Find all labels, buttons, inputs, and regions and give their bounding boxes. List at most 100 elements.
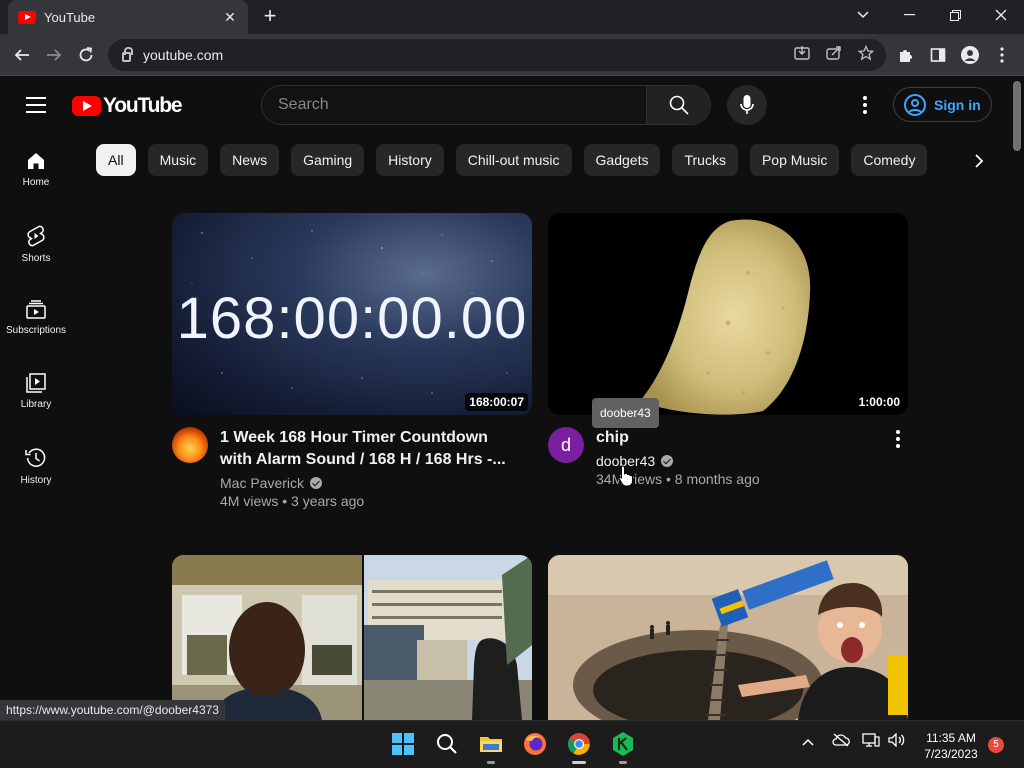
tab-close-icon[interactable]: ✕ — [222, 9, 238, 26]
windows-logo-icon — [392, 733, 414, 755]
address-bar[interactable]: youtube.com — [108, 39, 886, 71]
browser-toolbar: youtube.com — [0, 34, 1024, 76]
firefox-button[interactable] — [520, 729, 550, 759]
chip-news[interactable]: News — [220, 144, 280, 176]
file-explorer-button[interactable] — [476, 729, 506, 764]
channel-name[interactable]: Mac Paverick — [220, 475, 304, 491]
microphone-icon — [740, 95, 754, 114]
video-details: d chip doober43 34M views • 8 months ago — [548, 427, 908, 487]
youtube-logo[interactable]: YouTube — [72, 94, 183, 118]
shorts-icon — [27, 225, 45, 247]
chip-comedy[interactable]: Comedy — [851, 144, 928, 176]
profile-icon[interactable] — [956, 41, 984, 69]
sidebar-item-history[interactable]: History — [0, 429, 72, 503]
chip-pop-music[interactable]: Pop Music — [749, 144, 840, 176]
browser-tab[interactable]: YouTube ✕ — [8, 0, 248, 34]
new-tab-button[interactable]: + — [258, 4, 282, 28]
channel-avatar[interactable]: d — [548, 427, 584, 463]
video-duration: 1:00:00 — [854, 393, 904, 411]
account-circle-icon — [904, 93, 926, 116]
extensions-icon[interactable] — [892, 41, 920, 69]
show-hidden-icons-chevron-icon[interactable] — [802, 733, 814, 749]
volume-icon[interactable] — [888, 732, 906, 750]
search-icon — [437, 734, 457, 754]
search-box — [261, 85, 711, 125]
forward-icon[interactable] — [40, 41, 68, 69]
sidebar-item-library[interactable]: Library — [0, 355, 72, 429]
settings-menu-icon[interactable] — [855, 93, 875, 117]
taskbar-clock[interactable]: 11:35 AM 7/23/2023 — [918, 730, 984, 762]
share-icon[interactable] — [824, 45, 844, 65]
clock-date: 7/23/2023 — [924, 747, 978, 761]
youtube-masthead: YouTube Sign in — [0, 77, 1010, 133]
close-window-icon[interactable] — [978, 0, 1024, 30]
scrollbar-thumb[interactable] — [1013, 81, 1021, 151]
link-status-bar: https://www.youtube.com/@doober4373 — [0, 700, 225, 720]
youtube-favicon-icon — [18, 10, 36, 24]
search-button[interactable] — [646, 86, 710, 124]
active-indicator — [572, 761, 586, 764]
video-title[interactable]: 1 Week 168 Hour Timer Countdown with Ala… — [220, 427, 520, 471]
folder-icon — [480, 737, 502, 752]
install-app-icon[interactable] — [792, 45, 812, 65]
page-scrollbar[interactable] — [1010, 77, 1024, 720]
voice-search-button[interactable] — [727, 85, 767, 125]
search-input[interactable] — [262, 86, 646, 124]
minimize-icon[interactable] — [886, 0, 932, 30]
chip-all[interactable]: All — [96, 144, 136, 176]
search-icon — [669, 95, 689, 115]
sidebar-item-label: Shorts — [21, 253, 51, 264]
clock-time: 11:35 AM — [926, 731, 976, 745]
sidebar-item-subscriptions[interactable]: Subscriptions — [0, 281, 72, 355]
back-icon[interactable] — [8, 41, 36, 69]
subscriptions-icon — [26, 300, 46, 319]
sign-in-button[interactable]: Sign in — [893, 87, 992, 122]
side-panel-icon[interactable] — [924, 41, 952, 69]
browser-tabbar: YouTube ✕ + — [0, 0, 1024, 34]
video-thumbnail[interactable]: 168:00:00.00 168:00:07 — [172, 213, 532, 415]
reload-icon[interactable] — [72, 41, 100, 69]
verified-badge-icon — [310, 477, 323, 489]
sidebar-item-shorts[interactable]: Shorts — [0, 207, 72, 281]
chip-trucks[interactable]: Trucks — [672, 144, 738, 176]
guide-menu-icon[interactable] — [26, 97, 46, 113]
windows-taskbar: 11:35 AM 7/23/2023 5 — [0, 720, 1024, 768]
chip-music[interactable]: Music — [147, 144, 209, 176]
onedrive-offline-icon[interactable] — [832, 733, 850, 750]
hand-cursor-icon — [618, 465, 633, 487]
video-action-menu-icon[interactable] — [888, 427, 908, 451]
chrome-icon — [568, 733, 590, 755]
sidebar-item-label: Home — [22, 177, 50, 188]
chrome-menu-icon[interactable] — [988, 41, 1016, 69]
chip-gadgets[interactable]: Gadgets — [583, 144, 661, 176]
video-thumbnail[interactable]: 1:00:00 — [548, 213, 908, 415]
channel-avatar[interactable] — [172, 427, 208, 463]
chip-chill-out-music[interactable]: Chill-out music — [455, 144, 572, 176]
video-title[interactable]: chip — [596, 427, 886, 449]
bookmark-star-icon[interactable] — [856, 44, 876, 65]
kleopatra-button[interactable] — [608, 729, 638, 764]
taskbar-search-button[interactable] — [432, 729, 462, 759]
chip-history[interactable]: History — [376, 144, 444, 176]
network-icon[interactable] — [862, 733, 880, 750]
sign-in-label: Sign in — [934, 96, 981, 113]
app-hexagon-icon — [613, 732, 633, 756]
thumbnail-countdown-text: 168:00:00.00 — [176, 286, 528, 351]
sidebar-item-label: Subscriptions — [5, 325, 67, 336]
chip-gaming[interactable]: Gaming — [291, 144, 365, 176]
video-thumbnail[interactable] — [172, 555, 532, 720]
restore-icon[interactable] — [932, 0, 978, 30]
channel-name-row: Mac Paverick — [220, 475, 520, 491]
sidebar-item-home[interactable]: Home — [0, 133, 72, 207]
video-card — [548, 555, 908, 720]
potato-chip-graphic — [640, 219, 811, 415]
chips-next-button[interactable] — [962, 144, 996, 177]
start-button[interactable] — [388, 729, 418, 759]
notification-badge[interactable]: 5 — [988, 737, 1004, 753]
home-icon — [28, 153, 44, 169]
video-thumbnail[interactable] — [548, 555, 908, 720]
tab-search-icon[interactable] — [840, 0, 886, 30]
video-details: 1 Week 168 Hour Timer Countdown with Ala… — [172, 427, 532, 509]
video-card — [172, 555, 532, 720]
chrome-button[interactable] — [564, 729, 594, 764]
